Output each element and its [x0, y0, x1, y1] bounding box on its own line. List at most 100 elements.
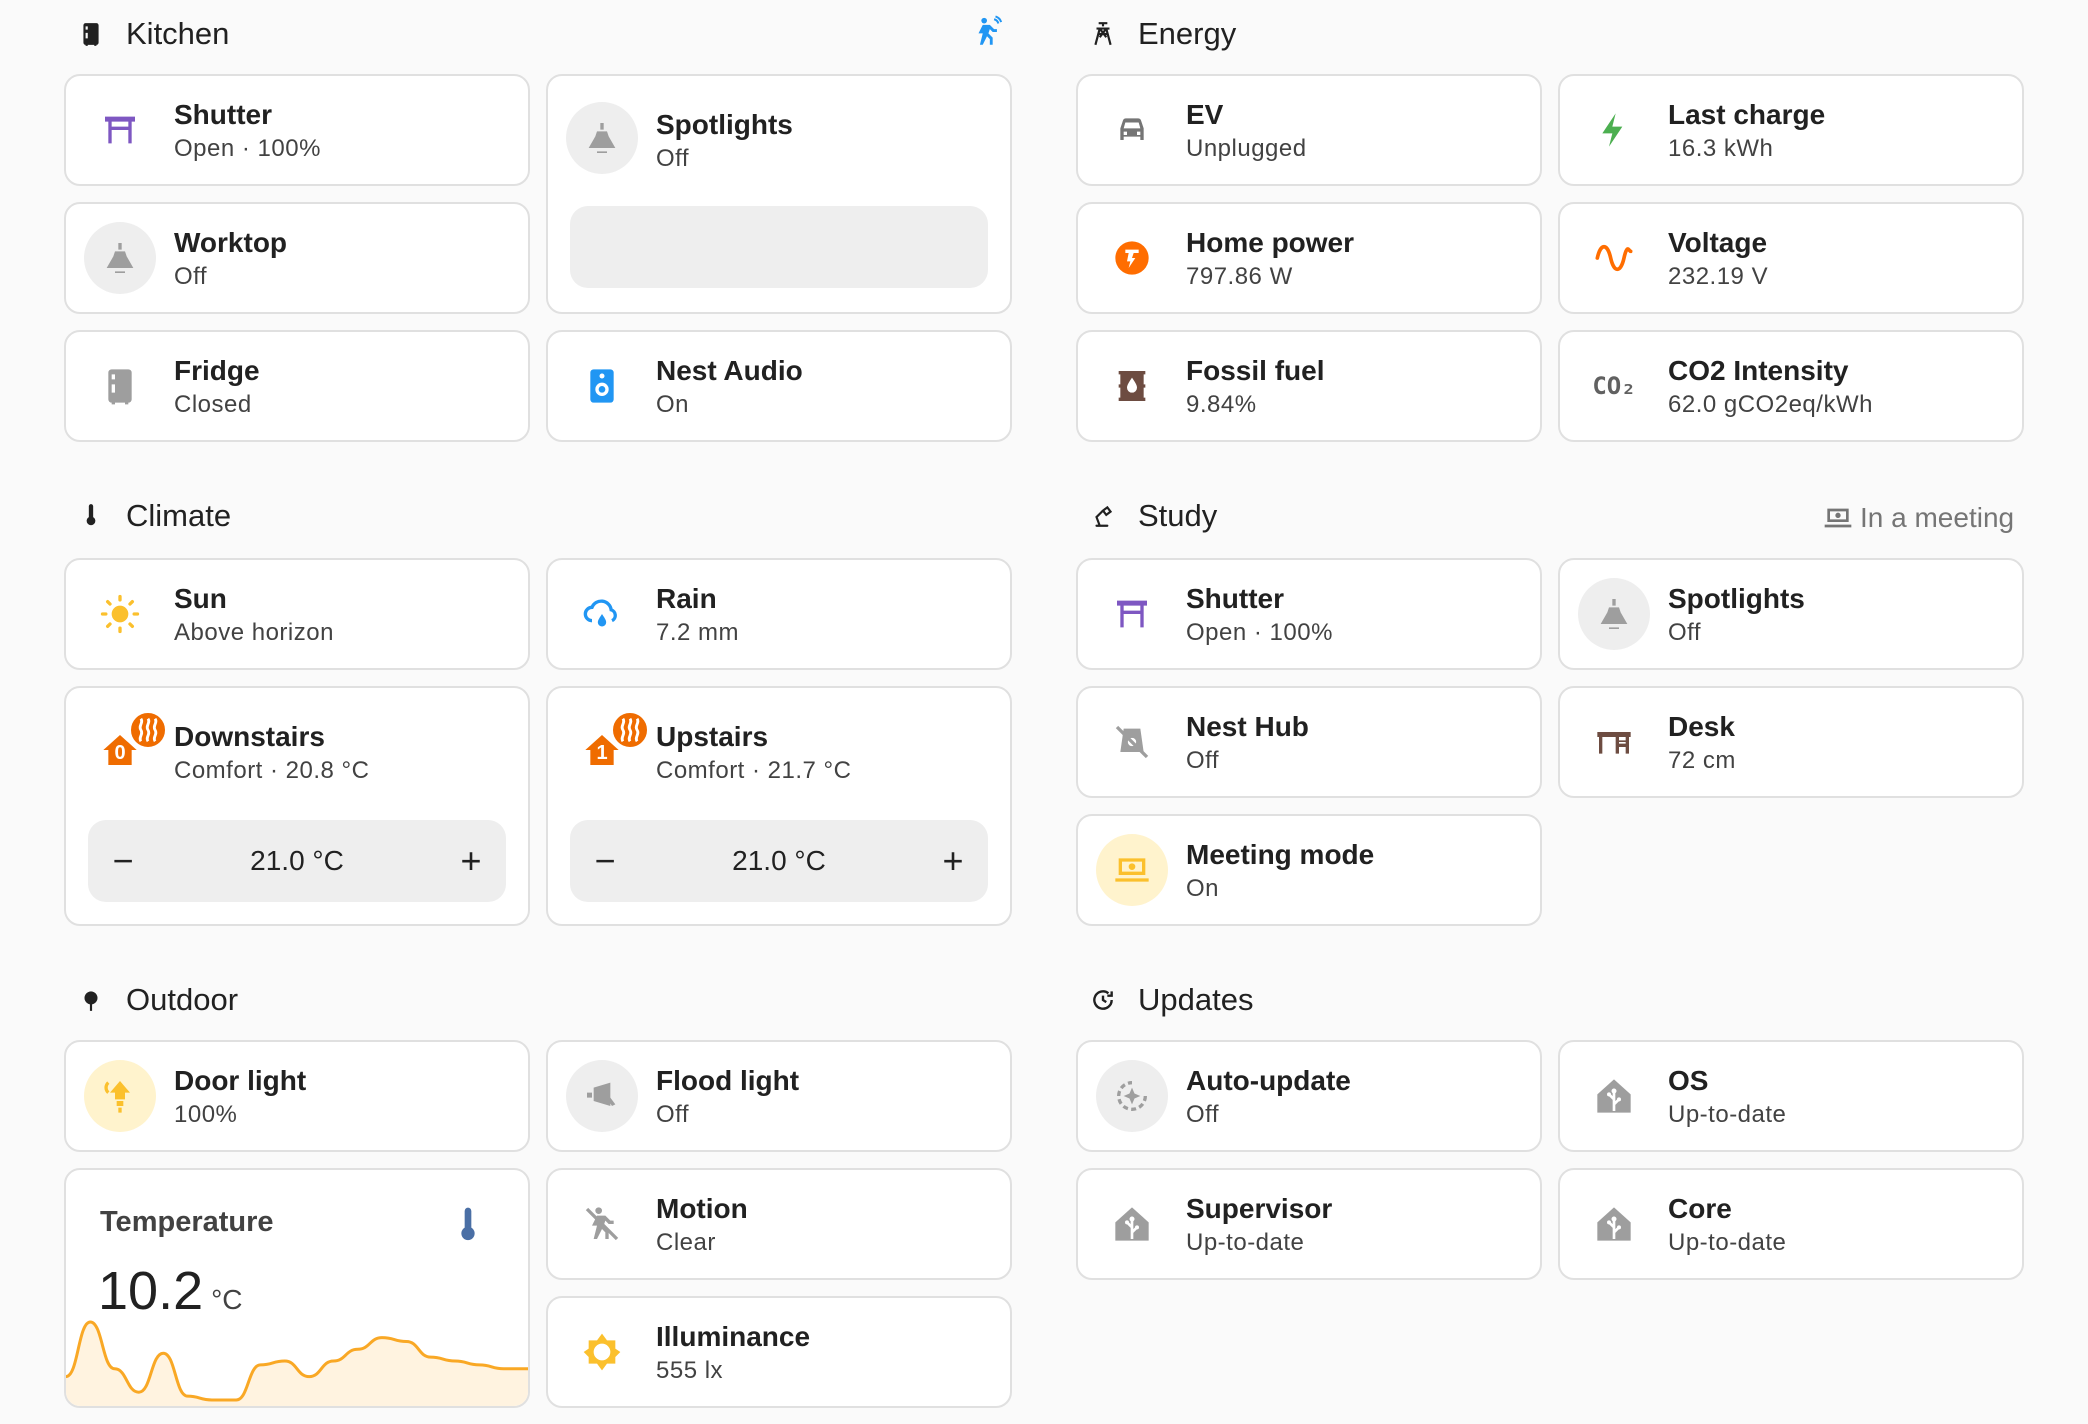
updates-core-card[interactable]: Core Up-to-date [1558, 1168, 2024, 1280]
temperature-unit: °C [211, 1284, 243, 1315]
meeting-badge[interactable]: In a meeting [1822, 498, 2014, 538]
heating-badge [610, 710, 650, 750]
kitchen-fridge-card[interactable]: Fridge Closed [64, 330, 530, 442]
study-shutter-card[interactable]: Shutter Open · 100% [1076, 558, 1542, 670]
ceiling-light-icon [84, 222, 156, 294]
climate-upstairs-card[interactable]: 1 Upstairs Comfort · 21.7 °C − 21.0 °C + [546, 686, 1012, 926]
increase-button[interactable]: + [436, 820, 506, 902]
card-state: 9.84% [1186, 391, 1257, 418]
kitchen-worktop-card[interactable]: Worktop Off [64, 202, 530, 314]
window-shutter-icon [1096, 578, 1168, 650]
kitchen-shutter-card[interactable]: Shutter Open · 100% [64, 74, 530, 186]
card-name: Last charge [1668, 99, 1826, 130]
card-state: 62.0 gCO2eq/kWh [1668, 391, 1873, 418]
card-state: Comfort · 20.8 °C [174, 757, 370, 784]
weather-pouring-icon [566, 578, 638, 650]
card-state: Off [656, 145, 690, 172]
card-state: 232.19 V [1668, 263, 1769, 290]
study-meeting-mode-card[interactable]: Meeting mode On [1076, 814, 1542, 926]
transmission-tower-icon [1090, 21, 1116, 47]
ceiling-light-icon [566, 102, 638, 174]
motion-sensor-badge[interactable] [970, 12, 1004, 52]
study-spotlights-card[interactable]: Spotlights Off [1558, 558, 2024, 670]
thermometer-icon [448, 1206, 488, 1251]
updates-header: Updates [1090, 980, 1253, 1020]
kitchen-spotlights-card[interactable]: Spotlights Off [546, 74, 1012, 314]
card-state: Off [1186, 747, 1220, 774]
card-name: Fossil fuel [1186, 355, 1325, 386]
outdoor-temperature-card[interactable]: Temperature 10.2 °C [64, 1168, 530, 1408]
fridge-icon [84, 350, 156, 422]
card-name: Shutter [174, 99, 272, 130]
updates-os-card[interactable]: OS Up-to-date [1558, 1040, 2024, 1152]
card-state: Open · 100% [1186, 619, 1333, 646]
card-name: Fridge [174, 355, 260, 386]
outdoor-header: Outdoor [78, 980, 238, 1020]
brightness-slider[interactable] [570, 206, 988, 288]
sine-wave-icon [1578, 222, 1650, 294]
energy-last-charge-card[interactable]: Last charge 16.3 kWh [1558, 74, 2024, 186]
card-state: Up-to-date [1668, 1101, 1787, 1128]
study-header: Study [1090, 496, 1217, 536]
history-area [66, 1322, 528, 1406]
study-nest-hub-card[interactable]: Nest Hub Off [1076, 686, 1542, 798]
updates-supervisor-card[interactable]: Supervisor Up-to-date [1076, 1168, 1542, 1280]
card-state: 555 lx [656, 1357, 724, 1384]
tree-icon [78, 987, 104, 1013]
outdoor-motion-card[interactable]: Motion Clear [546, 1168, 1012, 1280]
temperature-control: − 21.0 °C + [570, 820, 988, 902]
outdoor-lamp-icon [84, 1060, 156, 1132]
home-assistant-icon [1096, 1188, 1168, 1260]
energy-ev-card[interactable]: EV Unplugged [1076, 74, 1542, 186]
card-name: Door light [174, 1065, 307, 1096]
card-state: Comfort · 21.7 °C [656, 757, 852, 784]
home-assistant-icon [1578, 1188, 1650, 1260]
card-state: On [1186, 875, 1220, 902]
climate-sun-card[interactable]: Sun Above horizon [64, 558, 530, 670]
card-name: Upstairs [656, 721, 769, 752]
section-title: Study [1138, 498, 1218, 533]
ceiling-light-icon [1578, 578, 1650, 650]
kitchen-nest-audio-card[interactable]: Nest Audio On [546, 330, 1012, 442]
energy-voltage-card[interactable]: Voltage 232.19 V [1558, 202, 2024, 314]
heat-wave-icon [138, 717, 158, 743]
auto-update-icon [1096, 1060, 1168, 1132]
card-state: 72 cm [1668, 747, 1736, 774]
badge-label: In a meeting [1860, 502, 2015, 533]
card-state: 7.2 mm [656, 619, 740, 646]
card-name: CO2 Intensity [1668, 355, 1849, 386]
card-state: 797.86 W [1186, 263, 1293, 290]
heating-badge [128, 710, 168, 750]
energy-co2-card[interactable]: CO₂ CO2 Intensity 62.0 gCO2eq/kWh [1558, 330, 2024, 442]
desk-lamp-icon [1090, 503, 1116, 529]
home-assistant-icon [1578, 1060, 1650, 1132]
home-floor-0-icon: 0 [84, 710, 168, 786]
energy-fossil-fuel-card[interactable]: Fossil fuel 9.84% [1076, 330, 1542, 442]
card-name: Desk [1668, 711, 1735, 742]
outdoor-flood-light-card[interactable]: Flood light Off [546, 1040, 1012, 1152]
card-name: Worktop [174, 227, 288, 258]
motion-sensor-off-icon [566, 1188, 638, 1260]
updates-auto-update-card[interactable]: Auto-update Off [1076, 1040, 1542, 1152]
co2-icon-text: CO₂ [1592, 372, 1636, 400]
temperature-value: 10.2 [98, 1261, 204, 1321]
card-name: Rain [656, 583, 717, 614]
energy-home-power-card[interactable]: Home power 797.86 W [1076, 202, 1542, 314]
kitchen-header: Kitchen [78, 14, 229, 54]
outdoor-door-light-card[interactable]: Door light 100% [64, 1040, 530, 1152]
window-shutter-icon [84, 94, 156, 166]
laptop-account-icon [1824, 508, 1852, 528]
lightning-bolt-icon [1578, 94, 1650, 166]
card-name: Illuminance [656, 1321, 811, 1352]
outdoor-illuminance-card[interactable]: Illuminance 555 lx [546, 1296, 1012, 1408]
car-icon [1096, 94, 1168, 166]
card-name: Sun [174, 583, 227, 614]
study-desk-card[interactable]: Desk 72 cm [1558, 686, 2024, 798]
climate-rain-card[interactable]: Rain 7.2 mm [546, 558, 1012, 670]
card-name: Nest Hub [1186, 711, 1309, 742]
sun-icon [84, 578, 156, 650]
thermometer-icon [78, 503, 104, 529]
climate-downstairs-card[interactable]: 0 Downstairs Comfort · 20.8 °C − 21.0 °C … [64, 686, 530, 926]
card-name: Core [1668, 1193, 1732, 1224]
increase-button[interactable]: + [918, 820, 988, 902]
